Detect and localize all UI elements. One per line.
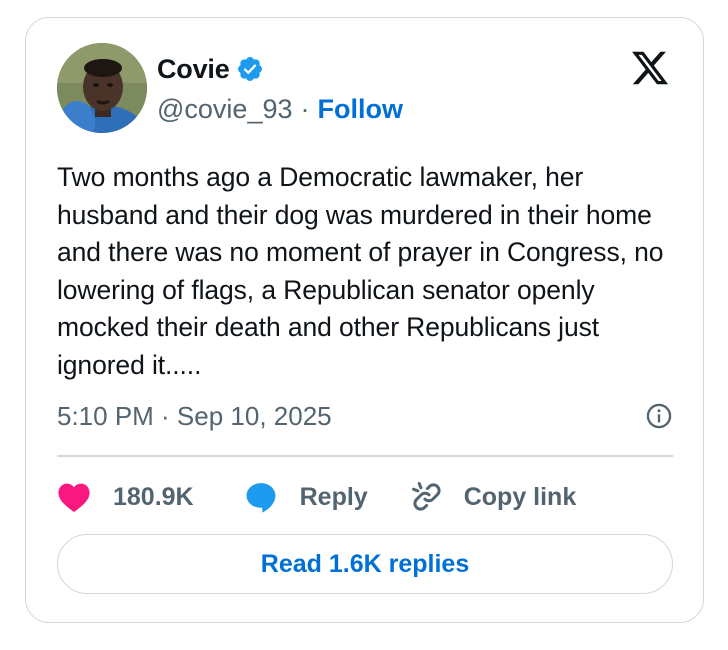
- reply-button[interactable]: Reply: [244, 480, 368, 514]
- author-display-name[interactable]: Covie: [157, 54, 230, 85]
- like-count: 180.9K: [113, 482, 194, 511]
- verified-badge-icon: [237, 57, 262, 81]
- copy-link-button[interactable]: Copy link: [410, 480, 577, 514]
- tweet-text: Two months ago a Democratic lawmaker, he…: [57, 162, 664, 380]
- avatar[interactable]: [57, 43, 147, 133]
- tweet-meta-row: 5:10 PM · Sep 10, 2025: [57, 398, 673, 434]
- read-replies-button[interactable]: Read 1.6K replies: [57, 534, 673, 594]
- tweet-embed-card: Covie @covie_93 · Follow Two months ago …: [25, 17, 704, 623]
- tweet-timestamp[interactable]: 5:10 PM · Sep 10, 2025: [57, 401, 332, 432]
- info-icon[interactable]: [645, 402, 673, 430]
- author-handle-row: @covie_93 · Follow: [157, 91, 403, 127]
- separator-dot: ·: [300, 93, 310, 124]
- author-name-row: Covie: [157, 51, 264, 87]
- avatar-photo: [57, 43, 147, 133]
- heart-icon: [58, 483, 90, 513]
- tweet-actions: 180.9K Reply Copy link: [57, 477, 576, 517]
- like-button[interactable]: 180.9K: [57, 481, 194, 513]
- copy-link-label: Copy link: [463, 482, 577, 511]
- link-icon: [411, 482, 441, 511]
- speech-bubble-icon: [246, 483, 276, 513]
- reply-label: Reply: [299, 482, 368, 511]
- follow-link[interactable]: Follow: [318, 94, 403, 125]
- x-logo-icon[interactable]: [629, 48, 671, 88]
- author-handle[interactable]: @covie_93: [157, 94, 293, 125]
- divider: [57, 455, 673, 457]
